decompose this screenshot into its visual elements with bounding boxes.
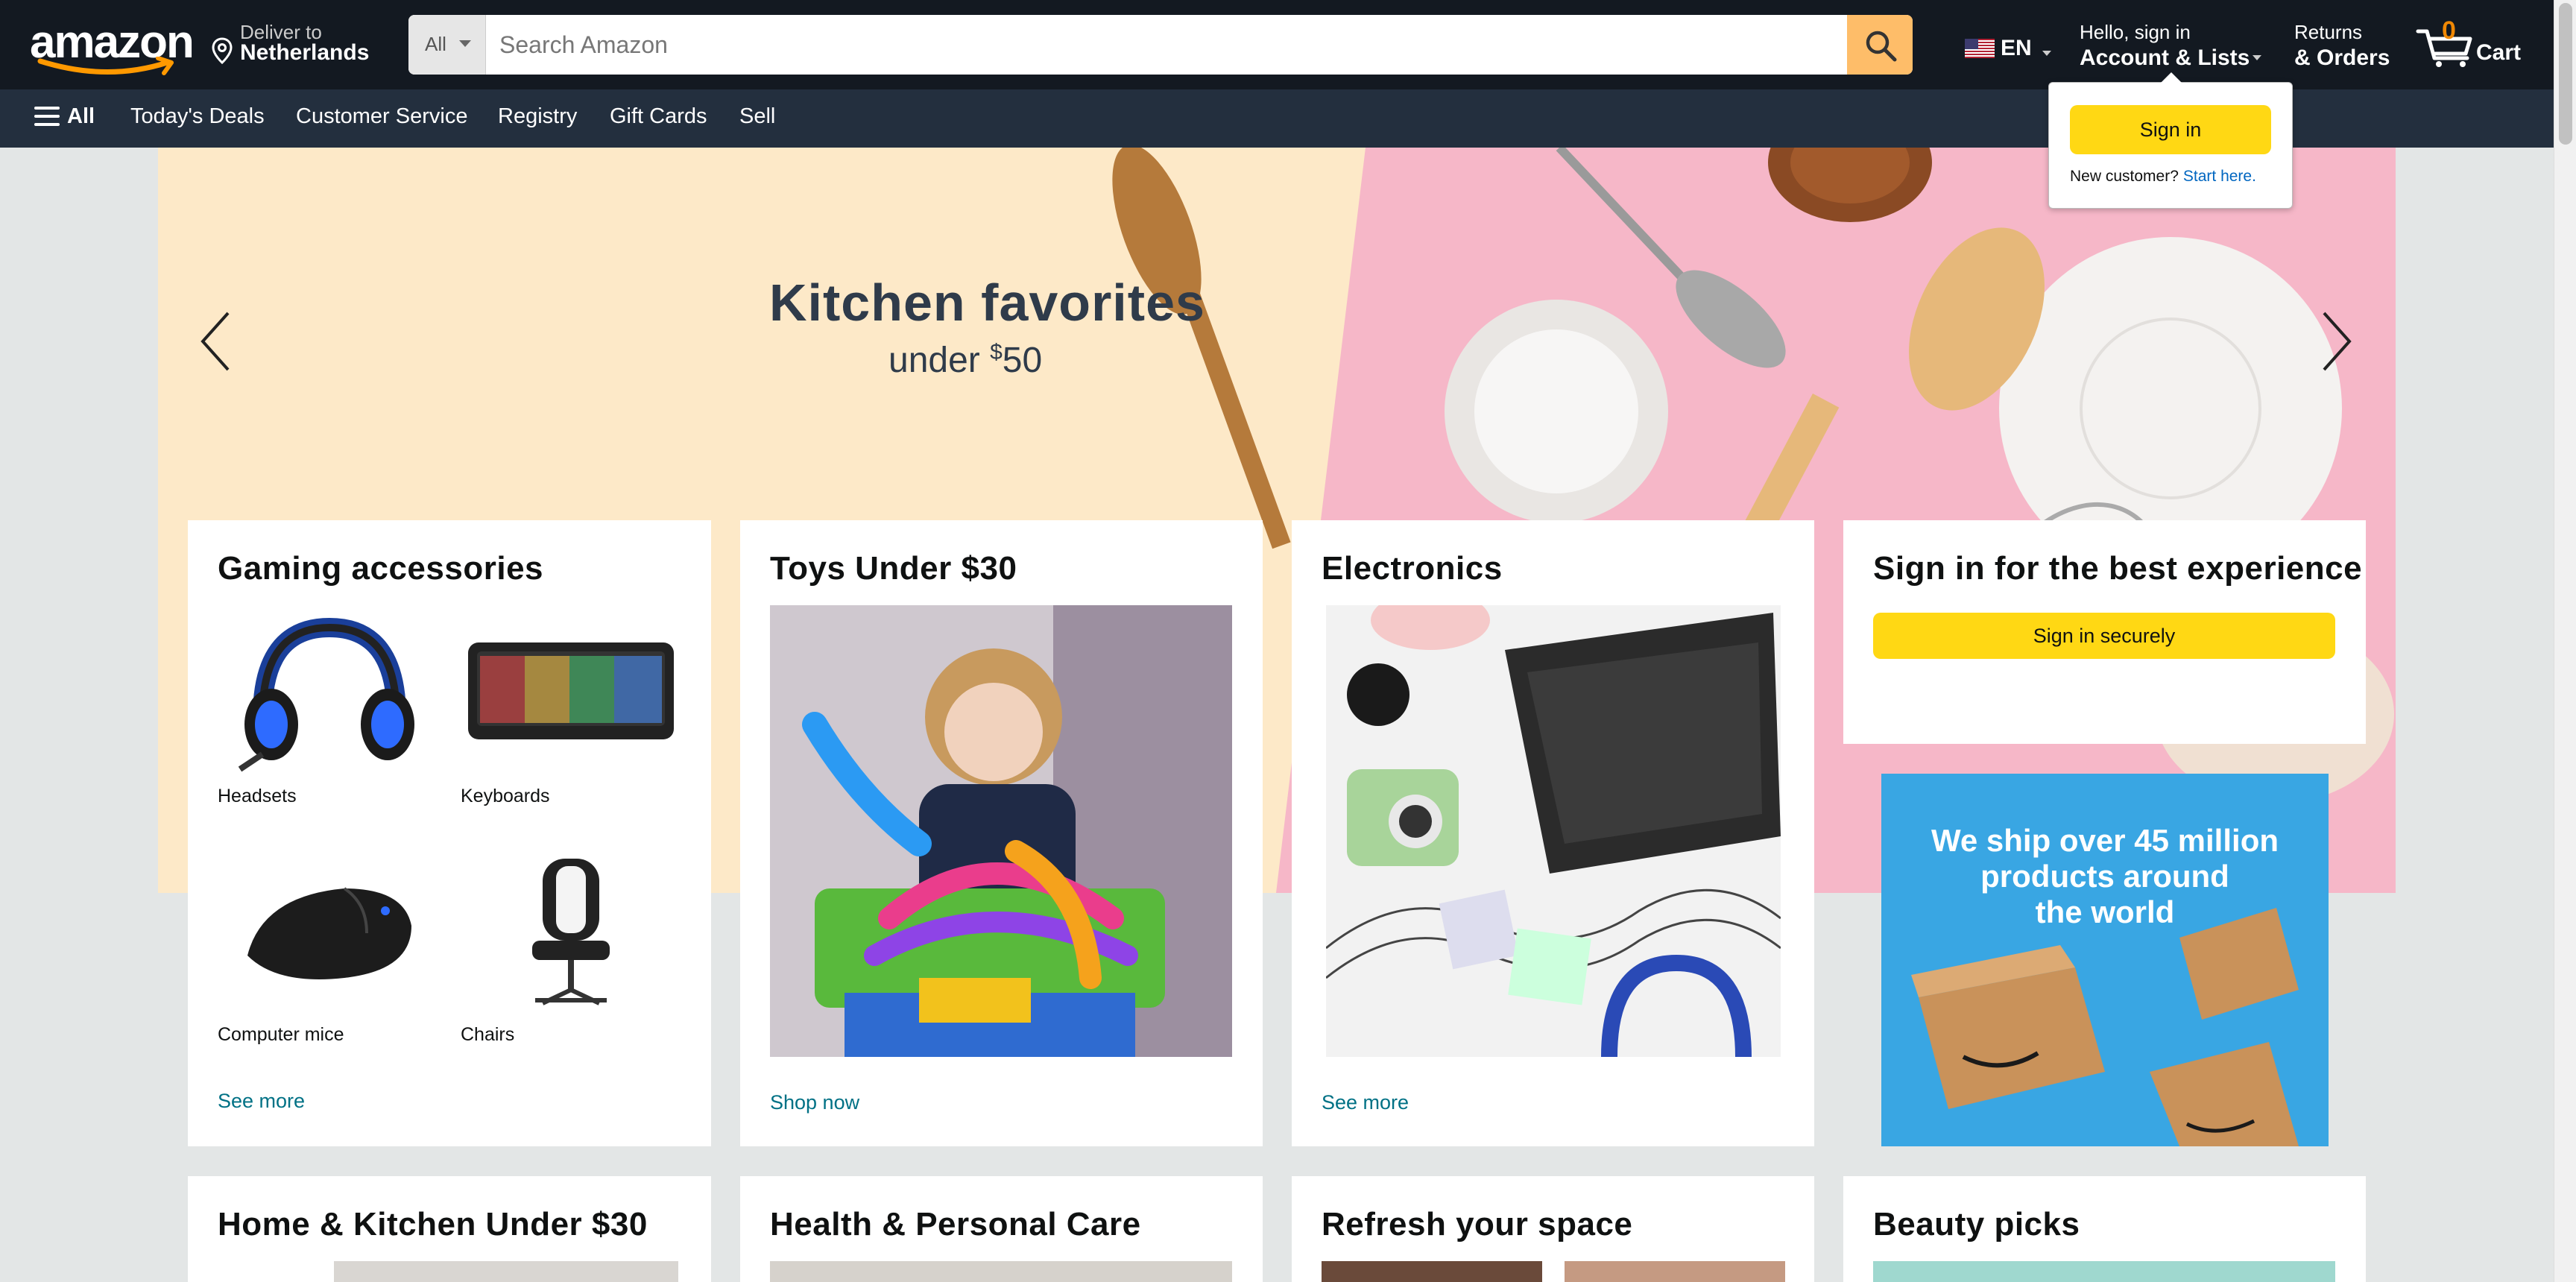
caret-down-icon bbox=[2042, 51, 2051, 56]
amazon-logo[interactable]: amazon bbox=[30, 19, 195, 75]
health-image[interactable] bbox=[770, 1261, 1232, 1282]
account-greeting: Hello, sign in bbox=[2080, 21, 2191, 43]
flyout-sign-in-button[interactable]: Sign in bbox=[2070, 105, 2271, 154]
search-icon bbox=[1866, 31, 1897, 62]
boxes-illustration bbox=[1911, 908, 2299, 1146]
nav-gift-cards[interactable]: Gift Cards bbox=[610, 104, 707, 129]
card-beauty-picks: Beauty picks bbox=[1843, 1176, 2366, 1282]
card-refresh-your-space: Refresh your space bbox=[1292, 1176, 1814, 1282]
gaming-item-label: Computer mice bbox=[218, 1024, 344, 1045]
card-title: Beauty picks bbox=[1873, 1206, 2080, 1242]
shipping-promo-line: products around bbox=[1980, 859, 2229, 894]
refresh-space-image[interactable] bbox=[1322, 1261, 1542, 1282]
all-menu-button[interactable]: All bbox=[34, 104, 95, 129]
caret-down-icon bbox=[459, 40, 471, 47]
cart-button[interactable]: 0 Cart bbox=[2415, 15, 2527, 75]
nav-customer-service[interactable]: Customer Service bbox=[296, 104, 467, 129]
search-category-select[interactable]: All bbox=[408, 15, 486, 75]
headset-image bbox=[218, 605, 438, 777]
caret-down-icon bbox=[2253, 55, 2261, 60]
card-title: Refresh your space bbox=[1322, 1206, 1633, 1242]
nav-todays-deals[interactable]: Today's Deals bbox=[130, 104, 265, 129]
card-toys-under-30: Toys Under $30 Shop now bbox=[740, 520, 1263, 1146]
cart-count: 0 bbox=[2442, 16, 2456, 45]
sign-in-securely-button[interactable]: Sign in securely bbox=[1873, 613, 2335, 659]
language-code: EN bbox=[2001, 36, 2032, 60]
deliver-country: Netherlands bbox=[240, 40, 370, 65]
page-scrollbar[interactable] bbox=[2554, 0, 2576, 1282]
carousel-prev-arrow-icon[interactable] bbox=[192, 304, 237, 379]
new-customer-text: New customer? Start here. bbox=[2070, 168, 2256, 186]
sign-in-flyout: Sign in New customer? Start here. bbox=[2048, 72, 2293, 209]
new-customer-label: New customer? bbox=[2070, 168, 2179, 185]
see-more-link[interactable]: See more bbox=[218, 1090, 305, 1113]
search-input[interactable] bbox=[486, 15, 1810, 75]
search-category-value: All bbox=[425, 33, 446, 55]
shop-now-link[interactable]: Shop now bbox=[770, 1091, 859, 1114]
mouse-image bbox=[218, 844, 438, 1015]
cart-label: Cart bbox=[2476, 40, 2522, 65]
gaming-item-headsets[interactable]: Headsets bbox=[218, 605, 438, 807]
card-title: Electronics bbox=[1322, 550, 1503, 587]
location-pin-icon bbox=[212, 37, 233, 64]
see-more-link[interactable]: See more bbox=[1322, 1091, 1409, 1114]
gaming-item-label: Headsets bbox=[218, 786, 297, 806]
shipping-promo-line: We ship over 45 million bbox=[1931, 823, 2279, 858]
refresh-space-image[interactable] bbox=[1565, 1261, 1785, 1282]
gaming-item-computer-mice[interactable]: Computer mice bbox=[218, 844, 438, 1046]
logo-smile-icon bbox=[37, 57, 174, 75]
search-button[interactable] bbox=[1847, 15, 1913, 75]
start-here-link[interactable]: Start here. bbox=[2183, 168, 2256, 185]
hero-subtitle-amount: 50 bbox=[1002, 341, 1043, 380]
card-title: Toys Under $30 bbox=[770, 550, 1017, 587]
account-lists-label: Account & Lists bbox=[2080, 45, 2250, 70]
card-health-personal-care: Health & Personal Care bbox=[740, 1176, 1263, 1282]
card-title: Sign in for the best experience bbox=[1873, 550, 2363, 587]
orders-label: & Orders bbox=[2294, 45, 2390, 70]
hero-subtitle: under $50 bbox=[888, 340, 1042, 381]
home-kitchen-image[interactable] bbox=[334, 1261, 678, 1282]
top-nav-bar: amazon Deliver to Netherlands All Search… bbox=[0, 0, 2576, 89]
carousel-next-arrow-icon[interactable] bbox=[2315, 304, 2360, 379]
card-title: Health & Personal Care bbox=[770, 1206, 1141, 1242]
electronics-image[interactable] bbox=[1326, 605, 1781, 1057]
gaming-item-label: Keyboards bbox=[461, 786, 550, 806]
gaming-item-keyboards[interactable]: Keyboards bbox=[461, 605, 681, 807]
card-home-kitchen-under-30: Home & Kitchen Under $30 bbox=[188, 1176, 711, 1282]
returns-label: Returns bbox=[2294, 21, 2363, 43]
hero-title: Kitchen favorites bbox=[769, 274, 1205, 332]
account-and-lists[interactable]: Hello, sign in Account & Lists bbox=[2080, 21, 2261, 71]
all-menu-label: All bbox=[67, 104, 95, 128]
chair-image bbox=[461, 844, 681, 1015]
card-electronics: Electronics See more bbox=[1292, 520, 1814, 1146]
hero-subtitle-prefix: under bbox=[888, 341, 991, 380]
toys-image[interactable] bbox=[770, 605, 1232, 1057]
nav-registry[interactable]: Registry bbox=[498, 104, 577, 129]
beauty-image[interactable] bbox=[1873, 1261, 2335, 1282]
search-bar: All bbox=[408, 15, 1913, 75]
hero-subtitle-currency: $ bbox=[990, 340, 1003, 364]
gaming-item-label: Chairs bbox=[461, 1024, 515, 1045]
card-title: Gaming accessories bbox=[218, 550, 544, 587]
nav-sell[interactable]: Sell bbox=[739, 104, 775, 129]
card-gaming-accessories: Gaming accessories Headsets Keyboards Co… bbox=[188, 520, 711, 1146]
scrollbar-thumb[interactable] bbox=[2559, 3, 2572, 145]
returns-and-orders[interactable]: Returns & Orders bbox=[2294, 21, 2390, 71]
hamburger-menu-icon bbox=[34, 107, 60, 126]
card-title: Home & Kitchen Under $30 bbox=[218, 1206, 648, 1242]
flyout-pointer bbox=[2161, 72, 2182, 83]
card-sign-in: Sign in for the best experience Sign in … bbox=[1843, 520, 2366, 744]
keyboard-image bbox=[461, 605, 681, 777]
shipping-promo-banner[interactable]: We ship over 45 million products around … bbox=[1881, 774, 2329, 1146]
us-flag-icon bbox=[1965, 39, 1995, 58]
gaming-item-chairs[interactable]: Chairs bbox=[461, 844, 681, 1046]
